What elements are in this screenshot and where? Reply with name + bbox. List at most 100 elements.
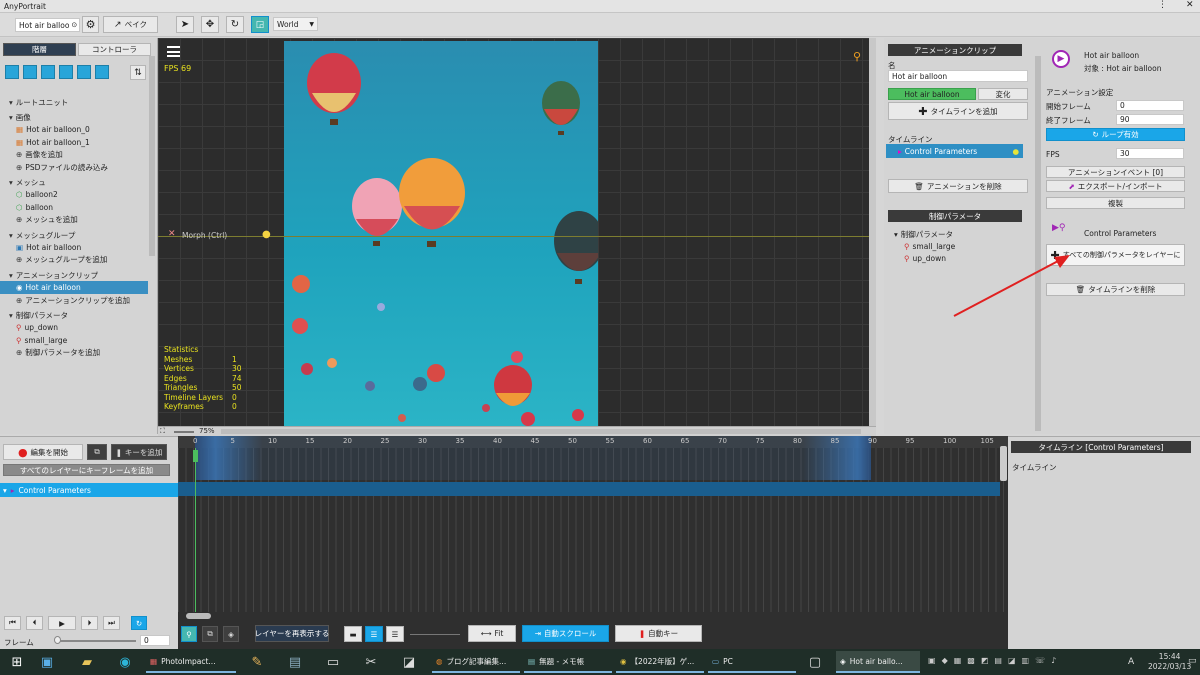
fit-button[interactable]: ⟷ Fit <box>468 625 516 642</box>
filter-param-icon[interactable] <box>95 65 109 79</box>
tree-item[interactable]: ⬡ balloon2 <box>0 189 148 201</box>
duplicate-button[interactable]: 複製 <box>1046 197 1185 209</box>
chat-icon[interactable]: ▢ <box>804 651 826 673</box>
add-keyframes-all-button[interactable]: すべてのレイヤーにキーフレームを追加 <box>3 464 170 476</box>
tray-icon-6[interactable]: ▤ <box>994 656 1002 665</box>
window-close-icon[interactable]: ✕ <box>1186 0 1194 10</box>
loop-button[interactable]: ↻ ループ有効 <box>1046 128 1185 141</box>
tree-item[interactable]: ⊕ 制御パラメータを追加 <box>0 346 148 358</box>
timeline-track[interactable]: 0 5 10 15 20 25 30 35 40 45 50 55 60 65 70 75 80 85 90 95 10… <box>178 436 1008 621</box>
row-size-medium[interactable]: ☰ <box>365 626 383 642</box>
tab-controller[interactable]: コントローラ <box>78 43 151 56</box>
layer-mode-button[interactable]: ⧉ <box>87 444 107 460</box>
lightbulb-icon[interactable]: ● <box>262 229 271 240</box>
bone-layer-toggle[interactable]: ⚲ <box>181 626 197 642</box>
bone-tool-icon[interactable]: ⚲ <box>853 50 861 63</box>
row-size-small[interactable]: ▬ <box>344 626 362 642</box>
scale-tool-button[interactable]: ◲ <box>251 16 269 33</box>
tray-icon-3[interactable]: ▦ <box>954 656 962 665</box>
taskbar-app-unity[interactable]: ◈ Hot air ballo... <box>836 651 920 673</box>
scrollbar[interactable] <box>149 56 155 256</box>
tree-item[interactable]: ⊕ 画像を追加 <box>0 149 148 161</box>
zoom-fit-icon[interactable]: ⛶ <box>160 427 165 436</box>
tray-icon-4[interactable]: ▩ <box>967 656 975 665</box>
zoom-slider[interactable] <box>174 431 194 433</box>
horizontal-scrollbar[interactable] <box>221 429 861 434</box>
select-tool-button[interactable]: ➤ <box>176 16 194 33</box>
volume-icon[interactable]: ♪ <box>1051 656 1056 665</box>
frame-slider-handle[interactable] <box>54 636 61 644</box>
playhead-handle[interactable] <box>193 450 198 462</box>
tree-item[interactable]: ▣ Hot air balloon <box>0 241 148 253</box>
delete-animation-button[interactable]: 🗑 アニメーションを削除 <box>888 179 1028 193</box>
tree-item[interactable]: ⬡ balloon <box>0 201 148 213</box>
viewport[interactable]: FPS 69 ⚲ ✕ Morph (Ctrl) ● Statistics Mes… <box>158 38 876 426</box>
filter-mesh-icon[interactable] <box>41 65 55 79</box>
play-button[interactable]: ▶ <box>48 616 76 630</box>
filter-root-icon[interactable] <box>5 65 19 79</box>
tree-section[interactable]: ▾ ルートユニット <box>0 96 148 108</box>
end-frame-field[interactable]: 90 <box>1116 114 1184 125</box>
edge-icon[interactable]: ◉ <box>114 651 136 673</box>
settings-button[interactable]: ⚙ <box>82 16 99 33</box>
taskbar-app-notepad[interactable]: ▤ 無題 - メモ帳 <box>524 651 612 673</box>
start-frame-field[interactable]: 0 <box>1116 100 1184 111</box>
terminal-icon[interactable]: ▭ <box>322 651 344 673</box>
filter-group-icon[interactable] <box>59 65 73 79</box>
add-timeline-button[interactable]: ✚ タイムラインを追加 <box>888 102 1028 120</box>
windows-start-icon[interactable]: ⊞ <box>6 651 28 673</box>
menu-icon[interactable] <box>167 46 180 57</box>
start-edit-button[interactable]: ● 編集を開始 <box>3 444 83 460</box>
filter-anim-icon[interactable] <box>77 65 91 79</box>
next-frame-button[interactable]: ⏵ <box>81 616 98 630</box>
folder-icon[interactable]: ▰ <box>76 651 98 673</box>
snip-icon[interactable]: ◪ <box>398 651 420 673</box>
document-tab[interactable]: Hot air balloo ⊙ <box>15 18 80 32</box>
tree-item[interactable]: ⚲ small_large <box>0 334 148 346</box>
anim-events-button[interactable]: アニメーションイベント [0] <box>1046 166 1185 178</box>
auto-key-button[interactable]: ❚ 自動キー <box>615 625 702 642</box>
coord-mode-select[interactable]: World ▼ <box>273 17 318 31</box>
tree-section[interactable]: ▾ 画像 <box>0 111 148 123</box>
loop-toggle-button[interactable]: ↻ <box>131 616 147 630</box>
taskbar-app-chrome[interactable]: ◉ 【2022年版】ゲ... <box>616 651 704 673</box>
clock[interactable]: 15:44 2022/03/13 <box>1148 652 1191 672</box>
tray-icon-2[interactable]: ◆ <box>942 656 948 665</box>
tree-item[interactable]: ▦ Hot air balloon_0 <box>0 124 148 136</box>
notification-icon[interactable]: ▭ <box>1188 656 1197 666</box>
move-tool-button[interactable]: ✥ <box>201 16 219 33</box>
tray-icon-8[interactable]: ▥ <box>1022 656 1030 665</box>
timeline-vscroll[interactable] <box>1000 446 1007 481</box>
tree-item[interactable]: ▦ Hot air balloon_1 <box>0 136 148 148</box>
filter-image-icon[interactable] <box>23 65 37 79</box>
sort-button[interactable]: ⇅ <box>130 65 146 80</box>
row-size-large[interactable]: ☰ <box>386 626 404 642</box>
last-frame-button[interactable]: ⏭ <box>103 616 120 630</box>
tree-item[interactable]: ⊕ メッシュを追加 <box>0 214 148 226</box>
network-icon[interactable]: ☏ <box>1035 656 1045 665</box>
layer-row[interactable]: ▾ ▸ Control Parameters <box>0 483 178 497</box>
mesh-layer-toggle[interactable]: ⧉ <box>202 626 218 642</box>
timeline-hscroll-thumb[interactable] <box>186 613 211 619</box>
frame-slider[interactable] <box>56 640 136 642</box>
tree-section[interactable]: ▾ メッシュグループ <box>0 229 148 241</box>
paint-icon[interactable]: ✎ <box>246 651 268 673</box>
param-group[interactable]: ▾ 制御パラメータ <box>894 228 955 240</box>
tab-hierarchy[interactable]: 階層 <box>3 43 76 56</box>
prev-frame-button[interactable]: ⏴ <box>26 616 43 630</box>
redisplay-layers-button[interactable]: レイヤーを再表示する <box>255 625 329 642</box>
tree-section[interactable]: ▾ 制御パラメータ <box>0 309 148 321</box>
playhead[interactable] <box>195 448 196 621</box>
tab-change[interactable]: 変化 <box>978 88 1028 100</box>
taskbar-app-firefox[interactable]: ◍ ブログ記事編集... <box>432 651 520 673</box>
explorer-icon[interactable]: ▣ <box>36 651 58 673</box>
tray-icon-1[interactable]: ▣ <box>928 656 936 665</box>
video-icon[interactable]: ✂ <box>360 651 382 673</box>
ime-indicator[interactable]: A <box>1128 657 1134 667</box>
window-menu-icon[interactable]: ⋮ <box>1158 0 1167 10</box>
tree-section[interactable]: ▾ アニメーションクリップ <box>0 269 148 281</box>
export-import-button[interactable]: ⬈ エクスポート/インポート <box>1046 180 1185 192</box>
tree-item[interactable]: ⊕ メッシュグループを追加 <box>0 254 148 266</box>
fps-field[interactable]: 30 <box>1116 148 1184 159</box>
frame-field[interactable]: 0 <box>140 635 170 646</box>
